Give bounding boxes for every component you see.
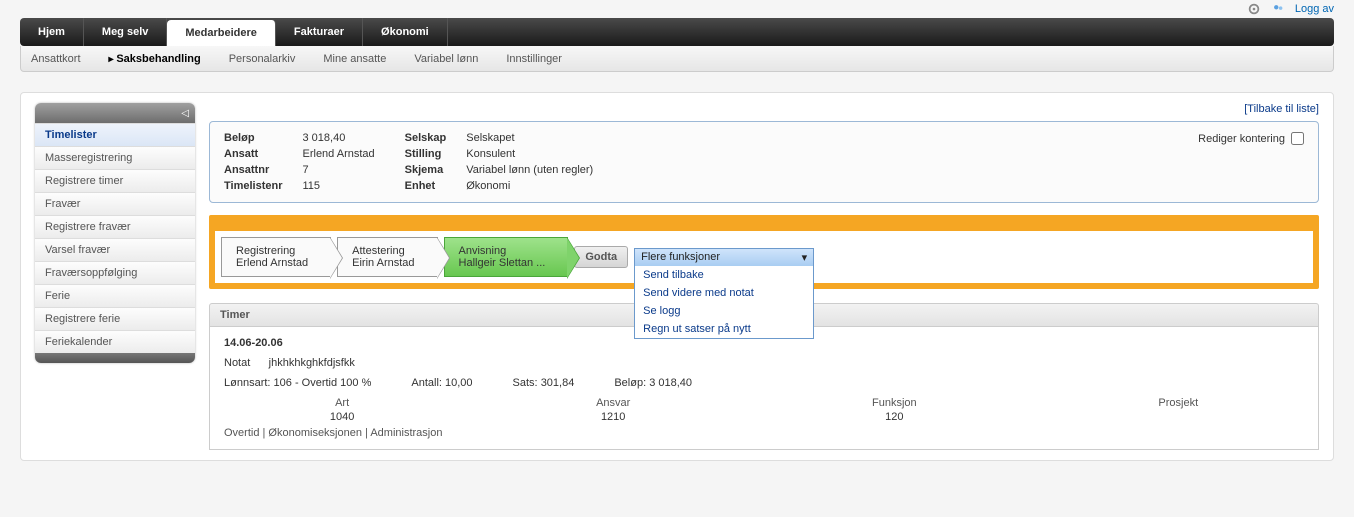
edit-kontering-label: Rediger kontering	[1198, 133, 1285, 145]
step-attestering: Attestering Eirin Arnstad	[337, 237, 437, 277]
back-to-list-link[interactable]: [Tilbake til liste]	[1244, 103, 1319, 115]
antall-value: 10,00	[445, 377, 473, 389]
step-title: Attestering	[352, 245, 414, 257]
sats-label: Sats:	[513, 377, 538, 389]
main-tab-okonomi[interactable]: Økonomi	[363, 18, 448, 46]
timer-date-range: 14.06-20.06	[224, 337, 1304, 349]
info-stilling-value: Konsulent	[466, 148, 593, 160]
sidebar-item-varselfravaer[interactable]: Varsel fravær	[35, 238, 195, 261]
workflow-bar: Registrering Erlend Arnstad Attestering …	[209, 215, 1319, 289]
sidebar-item-registrereferie[interactable]: Registrere ferie	[35, 307, 195, 330]
info-timelistenr-label: Timelistenr	[224, 180, 283, 192]
sub-nav: Ansattkort Saksbehandling Personalarkiv …	[20, 46, 1334, 72]
accept-button[interactable]: Godta	[574, 246, 628, 268]
logout-link[interactable]: Logg av	[1295, 3, 1334, 15]
info-timelistenr-value: 115	[303, 180, 375, 192]
main-tab-medarbeidere[interactable]: Medarbeidere	[167, 20, 276, 46]
info-selskap-label: Selskap	[405, 132, 447, 144]
funksjon-value: 120	[766, 411, 1022, 423]
timer-belop-value: 3 018,40	[649, 377, 692, 389]
main-tab-fakturaer[interactable]: Fakturaer	[276, 18, 363, 46]
info-ansattnr-value: 7	[303, 164, 375, 176]
timer-body: 14.06-20.06 Notat jhkhkhkghkfdjsfkk Lønn…	[209, 327, 1319, 450]
sidebar-item-feriekalender[interactable]: Feriekalender	[35, 330, 195, 353]
info-stilling-label: Stilling	[405, 148, 447, 160]
menu-item-send-tilbake[interactable]: Send tilbake	[635, 266, 813, 284]
step-who: Erlend Arnstad	[236, 257, 308, 269]
prosjekt-value	[1053, 411, 1304, 423]
step-who: Hallgeir Slettan ...	[459, 257, 546, 269]
people-icon[interactable]	[1271, 2, 1285, 16]
info-enhet-value: Økonomi	[466, 180, 593, 192]
sidebar-item-ferie[interactable]: Ferie	[35, 284, 195, 307]
sidebar-item-registreretimer[interactable]: Registrere timer	[35, 169, 195, 192]
sidebar-item-fravaer[interactable]: Fravær	[35, 192, 195, 215]
info-belop-label: Beløp	[224, 132, 283, 144]
subnav-saksbehandling[interactable]: Saksbehandling	[109, 53, 201, 65]
sidebar-item-masseregistrering[interactable]: Masseregistrering	[35, 146, 195, 169]
subnav-innstillinger[interactable]: Innstillinger	[506, 53, 562, 65]
menu-item-send-videre[interactable]: Send videre med notat	[635, 284, 813, 302]
ansvar-header: Ansvar	[490, 397, 736, 409]
subnav-ansattkort[interactable]: Ansattkort	[31, 53, 81, 65]
prosjekt-header: Prosjekt	[1053, 397, 1304, 409]
info-enhet-label: Enhet	[405, 180, 447, 192]
notat-value: jhkhkhkghkfdjsfkk	[269, 357, 355, 369]
notat-label: Notat	[224, 357, 250, 369]
info-ansatt-label: Ansatt	[224, 148, 283, 160]
info-ansattnr-label: Ansattnr	[224, 164, 283, 176]
sidebar-item-timelister[interactable]: Timelister	[35, 123, 195, 146]
main-tab-megselv[interactable]: Meg selv	[84, 18, 167, 46]
menu-item-regn-ut[interactable]: Regn ut satser på nytt	[635, 320, 813, 338]
more-actions-menu: Send tilbake Send videre med notat Se lo…	[634, 266, 814, 339]
sidebar: ◁ Timelister Masseregistrering Registrer…	[35, 103, 195, 363]
dropdown-label: Flere funksjoner	[641, 251, 720, 263]
chevron-down-icon: ▾	[802, 251, 808, 264]
step-anvisning: Anvisning Hallgeir Slettan ...	[444, 237, 569, 277]
subnav-mineansatte[interactable]: Mine ansatte	[323, 53, 386, 65]
info-ansatt-value: Erlend Arnstad	[303, 148, 375, 160]
timer-belop-label: Beløp:	[614, 377, 646, 389]
sidebar-item-fravaersoppfolging[interactable]: Fraværsoppfølging	[35, 261, 195, 284]
funksjon-header: Funksjon	[766, 397, 1022, 409]
info-box: Beløp 3 018,40 Ansatt Erlend Arnstad Ans…	[209, 121, 1319, 203]
edit-kontering-checkbox[interactable]	[1291, 132, 1304, 145]
more-actions-dropdown[interactable]: Flere funksjoner ▾	[634, 248, 814, 267]
info-selskap-value: Selskapet	[466, 132, 593, 144]
ansvar-value: 1210	[490, 411, 736, 423]
subnav-variabellonn[interactable]: Variabel lønn	[414, 53, 478, 65]
gear-icon[interactable]	[1247, 2, 1261, 16]
lonnsart-value: 106 - Overtid 100 %	[274, 377, 372, 389]
sidebar-collapse-icon[interactable]: ◁	[181, 108, 189, 119]
info-belop-value: 3 018,40	[303, 132, 375, 144]
step-who: Eirin Arnstad	[352, 257, 414, 269]
art-value: 1040	[224, 411, 460, 423]
info-skjema-value: Variabel lønn (uten regler)	[466, 164, 593, 176]
main-nav: Hjem Meg selv Medarbeidere Fakturaer Øko…	[20, 18, 1334, 46]
subnav-personalarkiv[interactable]: Personalarkiv	[229, 53, 296, 65]
sidebar-item-registrerefravaer[interactable]: Registrere fravær	[35, 215, 195, 238]
lonnsart-label: Lønnsart:	[224, 377, 270, 389]
art-header: Art	[224, 397, 460, 409]
kontering-trail: Overtid | Økonomiseksjonen | Administras…	[224, 427, 1304, 439]
sats-value: 301,84	[541, 377, 575, 389]
info-skjema-label: Skjema	[405, 164, 447, 176]
step-title: Anvisning	[459, 245, 546, 257]
step-title: Registrering	[236, 245, 308, 257]
step-registrering: Registrering Erlend Arnstad	[221, 237, 331, 277]
main-tab-hjem[interactable]: Hjem	[20, 18, 84, 46]
antall-label: Antall:	[411, 377, 442, 389]
menu-item-se-logg[interactable]: Se logg	[635, 302, 813, 320]
